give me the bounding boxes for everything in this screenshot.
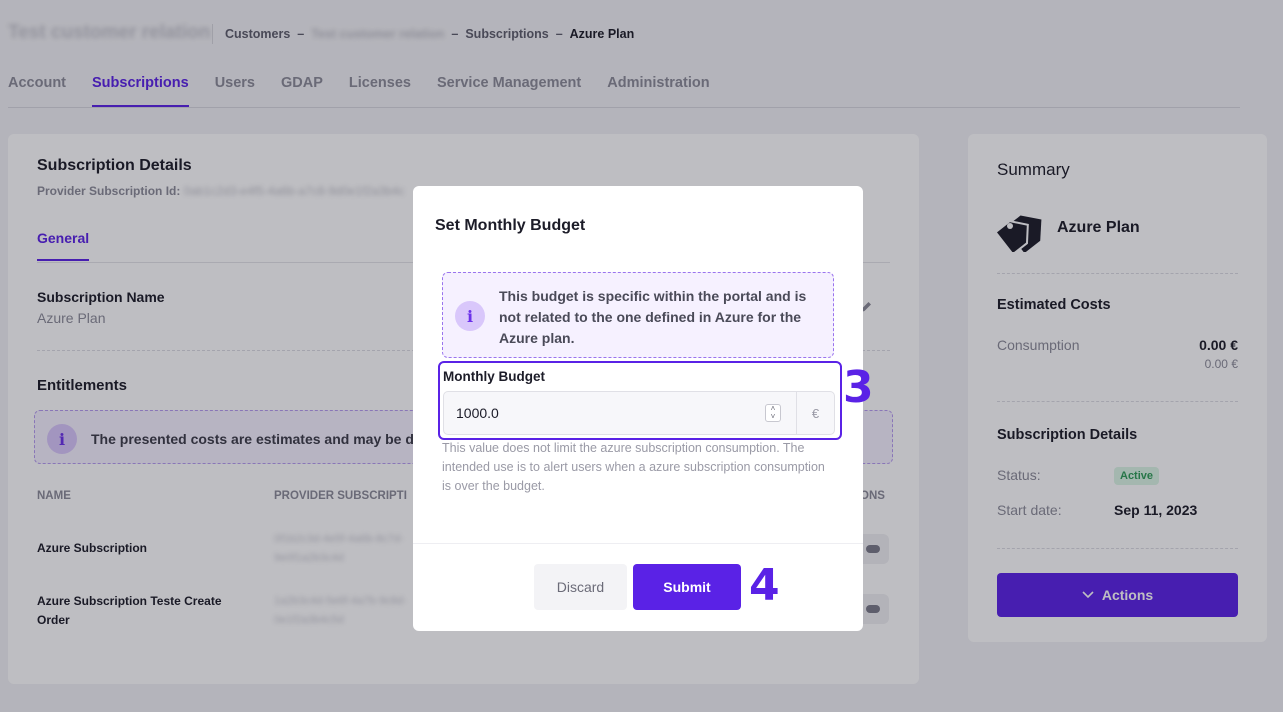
step-annotation-4: 4 [749, 560, 780, 611]
budget-info-text: This budget is specific within the porta… [499, 288, 807, 346]
modal-title: Set Monthly Budget [435, 217, 586, 234]
currency-suffix: € [796, 392, 834, 434]
monthly-budget-field: Monthly Budget ˄˅ € [438, 361, 842, 440]
budget-info-banner: i This budget is specific within the por… [442, 272, 834, 358]
set-budget-modal: Set Monthly Budget i This budget is spec… [413, 186, 863, 631]
monthly-budget-label: Monthly Budget [443, 369, 545, 384]
monthly-budget-input[interactable] [444, 392, 798, 434]
discard-button[interactable]: Discard [534, 564, 627, 610]
submit-button[interactable]: Submit [633, 564, 741, 610]
modal-footer-divider [413, 543, 863, 544]
budget-helper-text: This value does not limit the azure subs… [442, 441, 825, 493]
monthly-budget-input-wrapper: ˄˅ € [443, 391, 835, 435]
info-icon: i [455, 301, 485, 331]
number-stepper[interactable]: ˄ ˅ [765, 404, 781, 422]
step-annotation-3: 3 [843, 362, 874, 413]
